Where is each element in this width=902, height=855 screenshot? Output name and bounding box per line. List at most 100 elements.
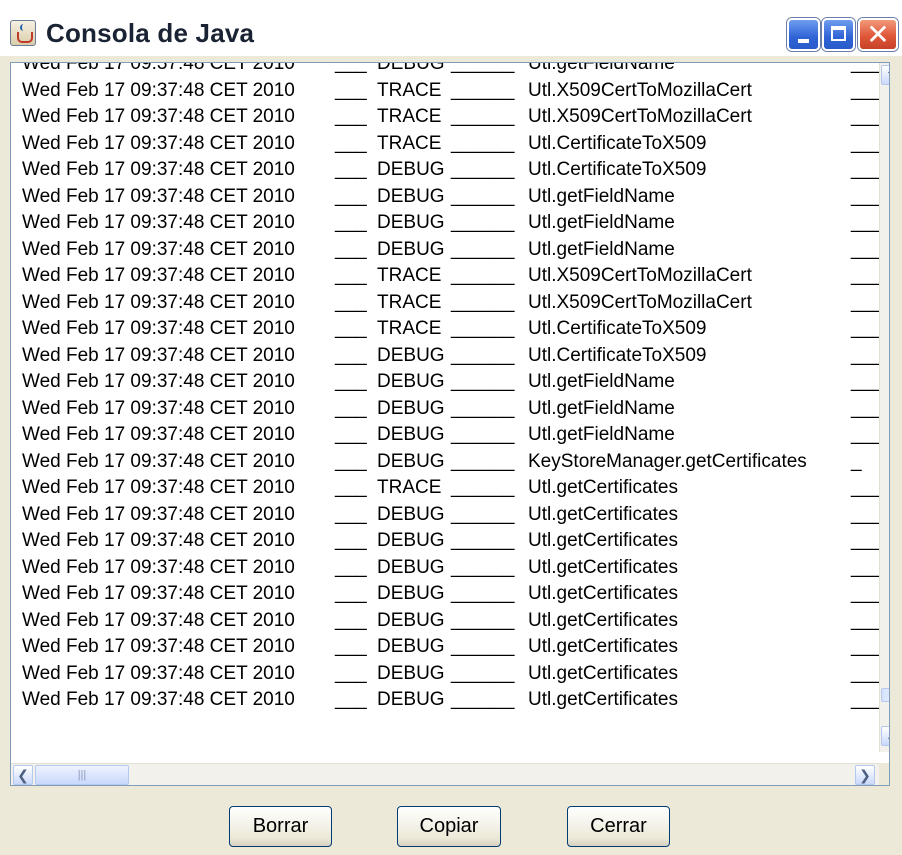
log-separator: ______ xyxy=(451,424,515,445)
log-separator: ______ xyxy=(451,609,515,631)
log-date: Wed Feb 17 09:37:48 CET 2010 xyxy=(22,238,295,260)
log-method: Utl.CertificateToX509 xyxy=(528,318,707,339)
log-method: Utl.getFieldName xyxy=(528,238,675,260)
log-separator: ______ xyxy=(451,556,515,578)
log-separator: ___ xyxy=(335,636,367,657)
log-method: KeyStoreManager.getCertificates xyxy=(528,450,807,472)
log-level: DEBUG xyxy=(377,609,445,631)
horizontal-scroll-thumb[interactable]: ||| xyxy=(35,765,129,785)
log-separator: ______ xyxy=(451,477,515,498)
log-date: Wed Feb 17 09:37:48 CET 2010 xyxy=(22,424,295,445)
log-method: Utl.getCertificates xyxy=(528,636,678,657)
window-title: Consola de Java xyxy=(46,18,255,48)
log-date: Wed Feb 17 09:37:48 CET 2010 xyxy=(22,609,295,631)
grip-icon: ||| xyxy=(77,769,87,781)
log-row: Wed Feb 17 09:37:48 CET 2010 ___ DEBUG ____… xyxy=(11,555,889,582)
scroll-up-button[interactable]: ⌃ xyxy=(881,65,889,85)
log-separator: ___ xyxy=(335,238,367,260)
button-bar: Borrar Copiar Cerrar xyxy=(0,786,902,855)
log-separator: ___ xyxy=(335,583,367,604)
log-separator: ______ xyxy=(451,212,515,233)
clear-button[interactable]: Borrar xyxy=(229,806,332,847)
log-method: Utl.X509CertToMozillaCert xyxy=(528,291,752,313)
log-row: Wed Feb 17 09:37:48 CET 2010 ___ DEBUG ____… xyxy=(11,528,889,555)
maximize-button[interactable] xyxy=(822,18,855,51)
log-separator: ______ xyxy=(451,79,515,101)
log-row: Wed Feb 17 09:37:48 CET 2010 ___ DEBUG ____… xyxy=(11,210,889,237)
log-method: Utl.CertificateToX509 xyxy=(528,344,707,366)
log-separator: ______ xyxy=(451,530,515,551)
chevron-left-icon: ❮ xyxy=(17,767,29,783)
log-level: DEBUG xyxy=(377,212,445,233)
log-separator: ___ xyxy=(335,265,367,286)
log-date: Wed Feb 17 09:37:48 CET 2010 xyxy=(22,689,295,710)
log-level: TRACE xyxy=(377,477,442,498)
log-level: TRACE xyxy=(377,291,442,313)
log-separator: ______ xyxy=(451,503,515,525)
log-level: DEBUG xyxy=(377,636,445,657)
horizontal-scrollbar[interactable]: ❮ ||| ❯ xyxy=(11,763,879,785)
close-button[interactable]: Cerrar xyxy=(567,806,670,847)
log-separator: ______ xyxy=(451,662,515,684)
log-separator: ___ xyxy=(335,185,367,207)
minimize-button[interactable] xyxy=(787,18,820,51)
log-date: Wed Feb 17 09:37:48 CET 2010 xyxy=(22,530,295,551)
log-level: DEBUG xyxy=(377,238,445,260)
vertical-scroll-thumb[interactable] xyxy=(881,688,889,702)
log-separator: ___ xyxy=(335,530,367,551)
log-row: Wed Feb 17 09:37:48 CET 2010 ___ TRACE ____… xyxy=(11,131,889,158)
log-level: DEBUG xyxy=(377,689,445,710)
log-text-area[interactable]: Wed Feb 17 09:37:48 CET 2010 ___ DEBUG ____… xyxy=(10,62,890,786)
log-date: Wed Feb 17 09:37:48 CET 2010 xyxy=(22,344,295,366)
title-bar[interactable]: Consola de Java ✕ xyxy=(0,0,902,56)
log-date: Wed Feb 17 09:37:48 CET 2010 xyxy=(22,636,295,657)
log-separator: ______ xyxy=(451,185,515,207)
log-separator: ___ xyxy=(335,450,367,472)
log-level: DEBUG xyxy=(377,62,445,74)
log-separator: ______ xyxy=(451,344,515,366)
close-window-button[interactable]: ✕ xyxy=(858,18,898,51)
log-separator: ______ xyxy=(451,371,515,392)
log-method: Utl.CertificateToX509 xyxy=(528,132,707,154)
log-separator: ___ xyxy=(335,397,367,419)
scroll-left-button[interactable]: ❮ xyxy=(13,765,33,785)
log-date: Wed Feb 17 09:37:48 CET 2010 xyxy=(22,62,295,74)
log-separator: _ xyxy=(851,450,862,472)
log-method: Utl.getCertificates xyxy=(528,689,678,710)
log-level: DEBUG xyxy=(377,662,445,684)
log-level: DEBUG xyxy=(377,159,445,180)
vertical-scrollbar[interactable]: ⌃ ⌄ xyxy=(879,63,889,752)
log-separator: ______ xyxy=(451,636,515,657)
log-level: TRACE xyxy=(377,106,442,127)
log-row: Wed Feb 17 09:37:48 CET 2010 ___ DEBUG ____… xyxy=(11,157,889,184)
log-separator: ___ xyxy=(335,291,367,313)
log-level: DEBUG xyxy=(377,450,445,472)
log-row: Wed Feb 17 09:37:48 CET 2010 ___ TRACE ____… xyxy=(11,78,889,105)
log-separator: ______ xyxy=(451,106,515,127)
scroll-right-button[interactable]: ❯ xyxy=(855,765,875,785)
log-date: Wed Feb 17 09:37:48 CET 2010 xyxy=(22,106,295,127)
log-date: Wed Feb 17 09:37:48 CET 2010 xyxy=(22,185,295,207)
log-date: Wed Feb 17 09:37:48 CET 2010 xyxy=(22,159,295,180)
log-method: Utl.X509CertToMozillaCert xyxy=(528,106,752,127)
log-method: Utl.getCertificates xyxy=(528,609,678,631)
log-separator: ______ xyxy=(451,397,515,419)
scroll-down-button[interactable]: ⌄ xyxy=(881,726,889,746)
copy-button[interactable]: Copiar xyxy=(397,806,501,847)
log-row: Wed Feb 17 09:37:48 CET 2010 ___ DEBUG ____… xyxy=(11,687,889,714)
log-row: Wed Feb 17 09:37:48 CET 2010 ___ DEBUG ____… xyxy=(11,62,889,78)
log-level: DEBUG xyxy=(377,503,445,525)
log-date: Wed Feb 17 09:37:48 CET 2010 xyxy=(22,397,295,419)
log-level: TRACE xyxy=(377,132,442,154)
log-date: Wed Feb 17 09:37:48 CET 2010 xyxy=(22,662,295,684)
log-row: Wed Feb 17 09:37:48 CET 2010 ___ TRACE ____… xyxy=(11,316,889,343)
log-separator: ___ xyxy=(335,477,367,498)
log-date: Wed Feb 17 09:37:48 CET 2010 xyxy=(22,79,295,101)
chevron-up-icon: ⌃ xyxy=(885,67,889,83)
log-separator: ______ xyxy=(451,238,515,260)
log-date: Wed Feb 17 09:37:48 CET 2010 xyxy=(22,371,295,392)
log-row: Wed Feb 17 09:37:48 CET 2010 ___ DEBUG ____… xyxy=(11,422,889,449)
log-level: DEBUG xyxy=(377,397,445,419)
log-separator: ___ xyxy=(335,159,367,180)
close-icon: ✕ xyxy=(866,19,890,50)
